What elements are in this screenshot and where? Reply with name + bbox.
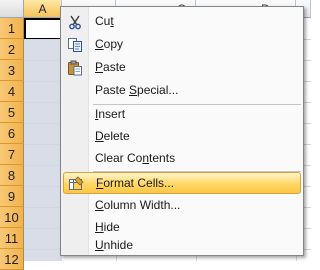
scissors-icon [67, 14, 83, 30]
menu-item-paste[interactable]: Paste [63, 57, 301, 79]
menu-item-paste-special[interactable]: Paste Special... [63, 80, 301, 102]
selected-column-a[interactable] [24, 18, 62, 261]
menu-label-paste-special: Paste Special... [95, 83, 179, 97]
column-a-label: A [38, 2, 47, 16]
menu-item-delete[interactable]: Delete [63, 126, 301, 148]
menu-item-unhide[interactable]: Unhide [63, 235, 301, 257]
menu-label-unhide: Unhide [95, 238, 134, 252]
menu-item-column-width[interactable]: Column Width... [63, 195, 301, 217]
paste-icon [67, 60, 83, 76]
menu-label-delete: Delete [95, 129, 130, 143]
menu-label-hide: Hide [95, 220, 120, 234]
row-header-10[interactable]: 10 [0, 207, 24, 228]
menu-label-cut: Cut [95, 14, 114, 28]
menu-item-clear-contents[interactable]: Clear Contents [63, 148, 301, 170]
row-header-4[interactable]: 4 [0, 81, 24, 102]
row-header-2[interactable]: 2 [0, 39, 24, 60]
row-header-12[interactable]: 12 [0, 249, 24, 270]
row-header-8[interactable]: 8 [0, 165, 24, 186]
menu-item-cut[interactable]: Cut [63, 11, 301, 33]
menu-item-insert[interactable]: Insert [63, 104, 301, 126]
menu-label-format-cells: Format Cells... [96, 176, 175, 190]
menu-label-insert: Insert [95, 107, 126, 121]
menu-item-copy[interactable]: Copy [63, 34, 301, 56]
row-header-3[interactable]: 3 [0, 60, 24, 81]
copy-icon [67, 37, 83, 53]
active-cell-a1[interactable] [24, 18, 62, 40]
menu-label-clear-contents: Clear Contents [95, 151, 176, 165]
row-header-11[interactable]: 11 [0, 228, 24, 249]
row-header-1[interactable]: 1 [0, 18, 24, 39]
menu-label-paste: Paste [95, 60, 126, 74]
row-header-6[interactable]: 6 [0, 123, 24, 144]
menu-label-column-width: Column Width... [95, 198, 181, 212]
row-header-5[interactable]: 5 [0, 102, 24, 123]
column-header-a[interactable]: A [24, 0, 62, 18]
menu-label-copy: Copy [95, 37, 124, 51]
context-menu: Cut Copy Paste Paste Special... Insert D… [60, 6, 304, 256]
row-header-9[interactable]: 9 [0, 186, 24, 207]
row-header-7[interactable]: 7 [0, 144, 24, 165]
format-cells-icon [68, 176, 84, 192]
select-all-corner[interactable] [0, 0, 24, 18]
menu-item-format-cells[interactable]: Format Cells... [63, 172, 301, 194]
